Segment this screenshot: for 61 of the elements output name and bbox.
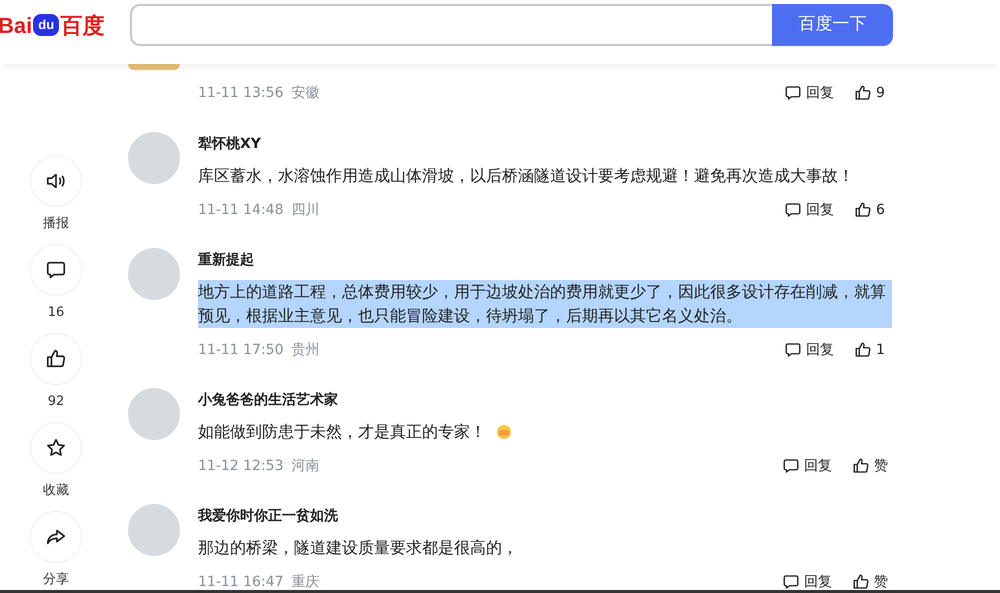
comment-location: 河南 [291, 456, 320, 476]
action-label: 收藏 [43, 483, 69, 499]
share-button[interactable] [30, 511, 82, 563]
comment-time: 11-11 13:56 [198, 84, 284, 102]
comment-text: 地方上的道路工程，总体费用较少，用于边坡处治的费用就更少了，因此很多设计存在削减，就算预见，根据业主意见，也只能冒险建设，待坍塌了，后期再以其它名义处治。 [198, 280, 892, 328]
comment-icon [784, 341, 802, 359]
avatar-photo [128, 248, 180, 300]
like-button[interactable]: 6 [854, 200, 888, 220]
comment-time: 11-12 12:53 [198, 456, 284, 476]
search-button[interactable]: 百度一下 [772, 4, 893, 46]
avatar-photo [128, 64, 180, 70]
comment-location: 重庆 [291, 572, 320, 592]
comment-location: 安徽 [291, 84, 320, 102]
comment-button[interactable] [30, 244, 82, 296]
comment-icon [782, 573, 800, 591]
comment-time: 11-11 16:47 [198, 572, 284, 592]
avatar-photo [128, 132, 180, 184]
comment-icon [45, 259, 67, 281]
avatar-photo [128, 504, 180, 556]
action-label: 92 [48, 394, 64, 410]
reply-button[interactable]: 回复 [782, 456, 832, 476]
thumbs-up-icon [45, 348, 67, 370]
action-label: 播报 [43, 216, 69, 232]
thumbs-up-icon [854, 341, 872, 359]
comment-text: 那边的桥梁，隧道建设质量要求都是很高的， [198, 537, 518, 559]
star-icon [45, 437, 67, 459]
action-label: 16 [48, 305, 64, 321]
like-button[interactable] [30, 333, 82, 385]
comment-location: 四川 [291, 200, 320, 220]
user-name[interactable]: 重新提起 [198, 250, 892, 270]
emoji-icon [496, 424, 512, 440]
reply-button[interactable]: 回复 [784, 200, 834, 220]
reply-button[interactable]: 回复 [784, 340, 834, 360]
comment-location: 贵州 [291, 340, 320, 360]
speaker-button[interactable] [30, 155, 82, 207]
comment-time: 11-11 14:48 [198, 200, 284, 220]
like-button[interactable]: 赞 [852, 572, 888, 592]
reply-button[interactable]: 回复 [782, 572, 832, 592]
comment-text: 库区蓄水，水溶蚀作用造成山体滑坡，以后桥涵隧道设计要考虑规避！避免再次造成大事故！ [198, 165, 854, 187]
comment-time: 11-11 17:50 [198, 340, 284, 360]
avatar-photo [128, 388, 180, 440]
comment-icon [784, 201, 802, 219]
search-field[interactable] [130, 4, 772, 46]
comment-icon [784, 84, 802, 102]
user-name[interactable]: 我爱你时你正一贫如洗 [198, 506, 892, 526]
like-button[interactable]: 9 [854, 82, 888, 104]
thumbs-up-icon [852, 573, 870, 591]
thumbs-up-icon [854, 84, 872, 102]
star-button[interactable] [30, 422, 82, 474]
reply-button[interactable]: 回复 [784, 82, 834, 104]
like-button[interactable]: 1 [854, 340, 888, 360]
logo-chinese: 百度 [60, 12, 104, 40]
like-button[interactable]: 赞 [852, 456, 888, 476]
thumbs-up-icon [852, 457, 870, 475]
comment-text: 如能做到防患于未然，才是真正的专家！ [198, 421, 486, 443]
user-name[interactable]: 犁怀桃XY [198, 134, 892, 154]
logo-paw-badge: du [33, 14, 60, 36]
thumbs-up-icon [854, 201, 872, 219]
comment-icon [782, 457, 800, 475]
user-name[interactable]: 小兔爸爸的生活艺术家 [198, 390, 892, 410]
action-label: 分享 [43, 572, 69, 588]
